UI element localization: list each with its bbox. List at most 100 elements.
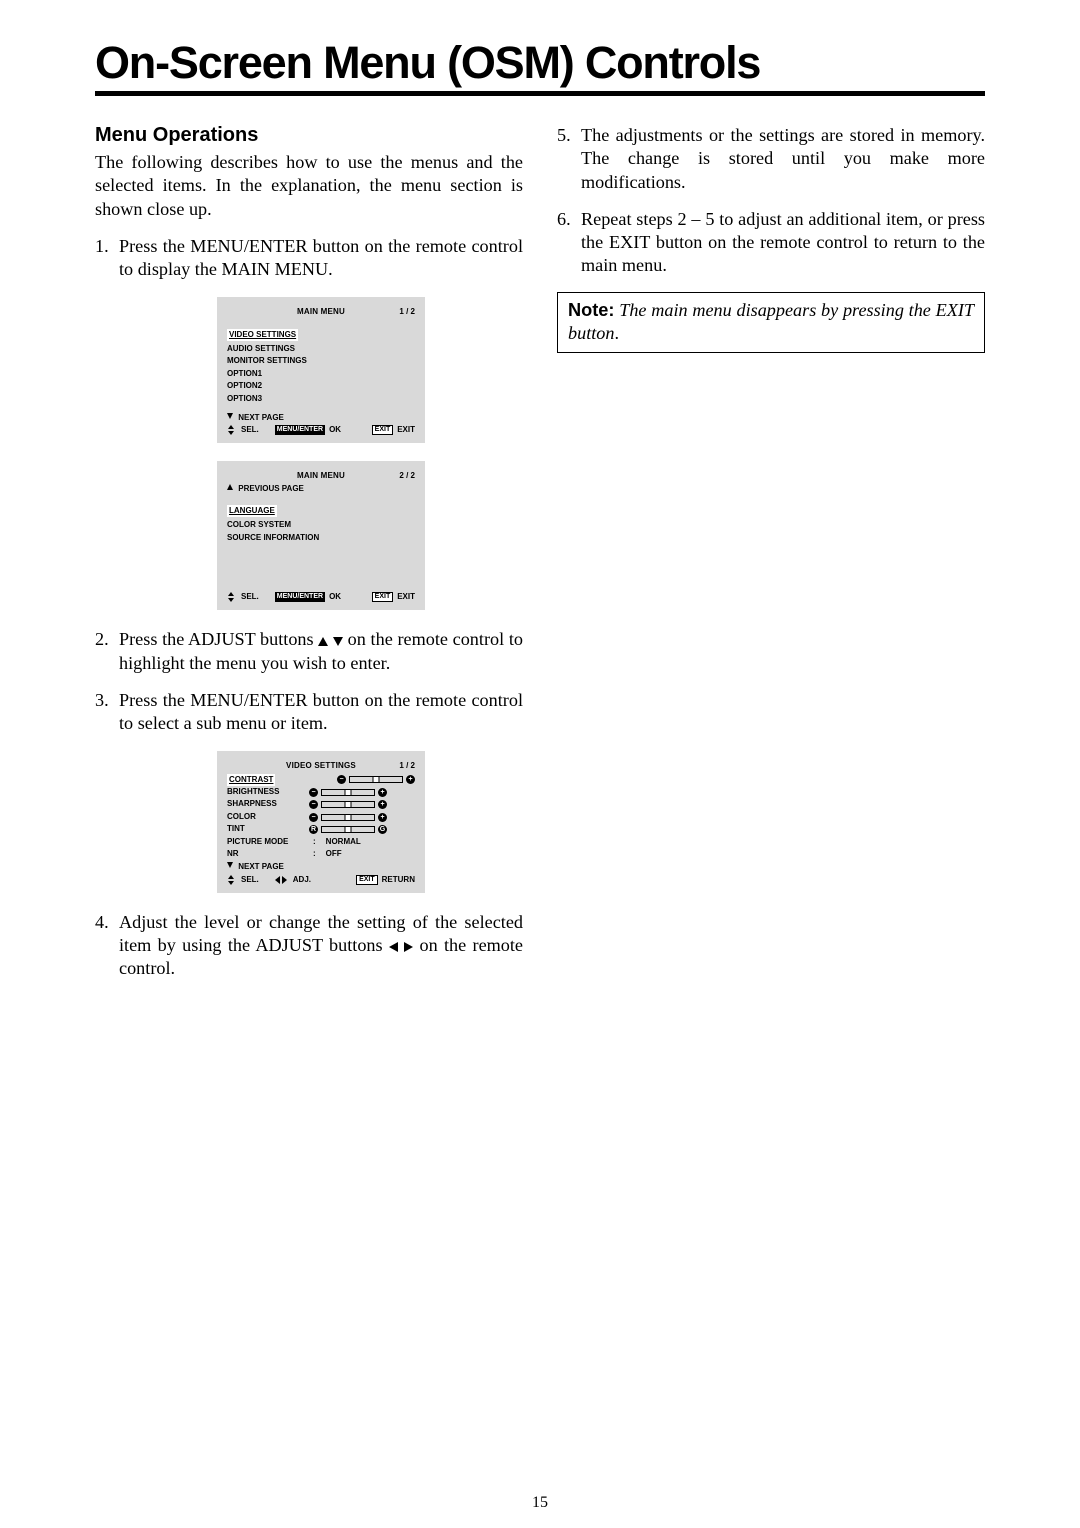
r-icon: R	[309, 825, 318, 834]
osm-main-menu-1: 1 / 2 MAIN MENU VIDEO SETTINGS AUDIO SET…	[217, 297, 425, 443]
previous-page-label: PREVIOUS PAGE	[238, 484, 304, 493]
next-page[interactable]: NEXT PAGE	[227, 862, 415, 872]
osm-main-menu-2: 2 / 2 MAIN MENU PREVIOUS PAGE LANGUAGE C…	[217, 461, 425, 610]
label-contrast: CONTRAST	[227, 774, 275, 786]
exit-badge: EXIT	[372, 425, 394, 435]
down-arrow-icon	[227, 862, 233, 868]
screen-title: MAIN MENU	[227, 307, 415, 317]
menuenter-badge: MENU/ENTER	[275, 425, 325, 435]
menu-item-source-info[interactable]: SOURCE INFORMATION	[227, 532, 415, 544]
row-tint[interactable]: TINT R G	[227, 823, 415, 835]
left-triangle-icon	[389, 942, 398, 952]
down-triangle-icon	[333, 637, 343, 646]
section-heading: Menu Operations	[95, 124, 523, 147]
updown-icon	[227, 425, 235, 435]
osm-video-settings: 1 / 2 VIDEO SETTINGS CONTRAST − + BRIGHT…	[217, 751, 425, 892]
step-2: 2. Press the ADJUST buttons on the remot…	[95, 628, 523, 675]
value-picture-mode: NORMAL	[326, 836, 361, 848]
menu-item-video[interactable]: VIDEO SETTINGS	[227, 329, 298, 341]
ok-label: OK	[329, 592, 341, 602]
plus-icon: +	[378, 813, 387, 822]
step-1: 1. Press the MENU/ENTER button on the re…	[95, 235, 523, 610]
note-label: Note:	[568, 300, 614, 320]
plus-icon: +	[406, 775, 415, 784]
right-triangle-icon	[404, 942, 413, 952]
up-arrow-icon	[227, 484, 233, 490]
leftright-icon	[275, 876, 287, 884]
menuenter-badge: MENU/ENTER	[275, 592, 325, 602]
row-contrast[interactable]: CONTRAST − +	[227, 774, 415, 786]
menu-item-language[interactable]: LANGUAGE	[227, 505, 277, 517]
minus-icon: −	[309, 800, 318, 809]
minus-icon: −	[309, 788, 318, 797]
label-nr: NR	[227, 848, 309, 860]
note-text: The main menu disappears by pressing the…	[568, 300, 974, 343]
label-color: COLOR	[227, 811, 309, 823]
step-1-text: Press the MENU/ENTER button on the remot…	[119, 236, 523, 279]
down-arrow-icon	[227, 413, 233, 419]
previous-page[interactable]: PREVIOUS PAGE	[227, 484, 415, 494]
minus-icon: −	[337, 775, 346, 784]
note-period: .	[614, 323, 619, 343]
minus-icon: −	[309, 813, 318, 822]
label-brightness: BRIGHTNESS	[227, 786, 309, 798]
slider[interactable]	[321, 801, 375, 808]
up-triangle-icon	[318, 637, 328, 646]
sel-label: SEL.	[241, 592, 259, 602]
step-5: 5. The adjustments or the settings are s…	[557, 124, 985, 194]
next-page-label: NEXT PAGE	[238, 862, 284, 871]
right-column: 5. The adjustments or the settings are s…	[557, 124, 985, 995]
step-2-text-pre: Press the ADJUST buttons	[119, 629, 318, 649]
step-4: 4. Adjust the level or change the settin…	[95, 911, 523, 981]
g-icon: G	[378, 825, 387, 834]
adj-label: ADJ.	[293, 875, 311, 885]
row-picture-mode[interactable]: PICTURE MODE : NORMAL	[227, 836, 415, 848]
label-picture-mode: PICTURE MODE	[227, 836, 309, 848]
menu-item-option1[interactable]: OPTION1	[227, 368, 415, 380]
updown-icon	[227, 592, 235, 602]
page-title: On-Screen Menu (OSM) Controls	[95, 40, 985, 96]
next-page-label: NEXT PAGE	[238, 413, 284, 422]
step-3: 3. Press the MENU/ENTER button on the re…	[95, 689, 523, 893]
screen-page: 1 / 2	[399, 761, 415, 771]
ok-label: OK	[329, 425, 341, 435]
exit-badge: EXIT	[356, 875, 378, 885]
screen-title: VIDEO SETTINGS	[227, 761, 415, 771]
menu-item-option3[interactable]: OPTION3	[227, 393, 415, 405]
left-column: Menu Operations The following describes …	[95, 124, 523, 995]
updown-icon	[227, 875, 235, 885]
intro-text: The following describes how to use the m…	[95, 151, 523, 221]
screen-page: 2 / 2	[399, 471, 415, 481]
row-sharpness[interactable]: SHARPNESS − +	[227, 798, 415, 810]
row-nr[interactable]: NR : OFF	[227, 848, 415, 860]
sel-label: SEL.	[241, 875, 259, 885]
plus-icon: +	[378, 800, 387, 809]
step-6-text: Repeat steps 2 – 5 to adjust an addition…	[581, 209, 985, 276]
exit-label: EXIT	[397, 425, 415, 435]
next-page[interactable]: NEXT PAGE	[227, 413, 415, 423]
step-6: 6. Repeat steps 2 – 5 to adjust an addit…	[557, 208, 985, 278]
exit-label: EXIT	[397, 592, 415, 602]
return-label: RETURN	[382, 875, 415, 885]
sel-label: SEL.	[241, 425, 259, 435]
screen-title: MAIN MENU	[227, 471, 415, 481]
slider[interactable]	[321, 814, 375, 821]
menu-item-color-system[interactable]: COLOR SYSTEM	[227, 519, 415, 531]
slider[interactable]	[349, 776, 403, 783]
label-tint: TINT	[227, 823, 309, 835]
step-3-text: Press the MENU/ENTER button on the remot…	[119, 690, 523, 733]
slider[interactable]	[321, 789, 375, 796]
menu-item-option2[interactable]: OPTION2	[227, 380, 415, 392]
row-brightness[interactable]: BRIGHTNESS − +	[227, 786, 415, 798]
step-5-text: The adjustments or the settings are stor…	[581, 125, 985, 192]
label-sharpness: SHARPNESS	[227, 798, 309, 810]
note-box: Note: The main menu disappears by pressi…	[557, 292, 985, 354]
menu-item-audio[interactable]: AUDIO SETTINGS	[227, 343, 415, 355]
slider[interactable]	[321, 826, 375, 833]
exit-badge: EXIT	[372, 592, 394, 602]
plus-icon: +	[378, 788, 387, 797]
screen-page: 1 / 2	[399, 307, 415, 317]
menu-item-monitor[interactable]: MONITOR SETTINGS	[227, 355, 415, 367]
row-color[interactable]: COLOR − +	[227, 811, 415, 823]
value-nr: OFF	[326, 848, 342, 860]
